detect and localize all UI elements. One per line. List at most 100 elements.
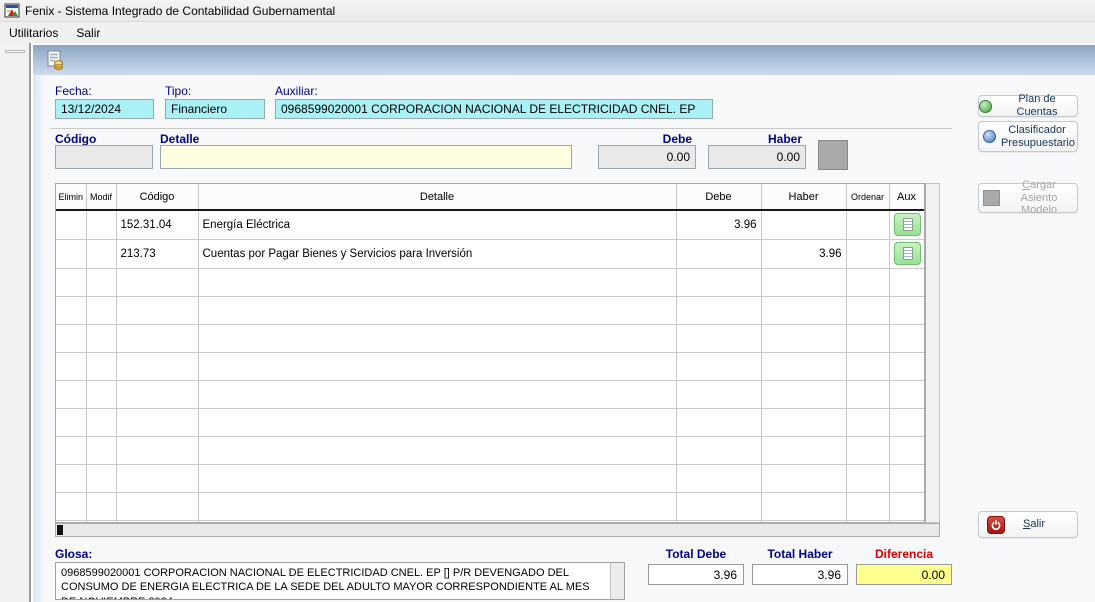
elimin-cell[interactable] bbox=[56, 353, 86, 381]
add-entry-button[interactable] bbox=[818, 140, 848, 170]
codigo-input[interactable] bbox=[55, 145, 153, 169]
detalle-input[interactable] bbox=[160, 145, 572, 169]
ordenar-cell[interactable] bbox=[846, 297, 889, 325]
detalle-cell[interactable] bbox=[198, 353, 676, 381]
haber-cell[interactable] bbox=[761, 269, 846, 297]
ordenar-cell[interactable] bbox=[846, 381, 889, 409]
header-debe[interactable]: Debe bbox=[676, 184, 761, 210]
detalle-cell[interactable] bbox=[198, 297, 676, 325]
table-row[interactable]: 152.31.04Energía Eléctrica3.96 bbox=[56, 210, 924, 240]
codigo-cell[interactable]: 213.73 bbox=[116, 240, 198, 269]
elimin-cell[interactable] bbox=[56, 269, 86, 297]
plan-de-cuentas-button[interactable]: Plan de Cuentas bbox=[978, 95, 1078, 117]
codigo-cell[interactable]: 152.31.04 bbox=[116, 210, 198, 240]
modif-cell[interactable] bbox=[86, 353, 116, 381]
detalle-cell[interactable] bbox=[198, 493, 676, 521]
header-aux[interactable]: Aux bbox=[889, 184, 924, 210]
modif-cell[interactable] bbox=[86, 297, 116, 325]
codigo-cell[interactable] bbox=[116, 325, 198, 353]
ordenar-cell[interactable] bbox=[846, 240, 889, 269]
salir-button[interactable]: Salir bbox=[978, 511, 1078, 538]
header-detalle[interactable]: Detalle bbox=[198, 184, 676, 210]
glosa-textarea[interactable]: 0968599020001 CORPORACION NACIONAL DE EL… bbox=[55, 562, 625, 600]
modif-cell[interactable] bbox=[86, 240, 116, 269]
elimin-cell[interactable] bbox=[56, 465, 86, 493]
debe-cell[interactable] bbox=[676, 465, 761, 493]
tipo-input[interactable]: Financiero bbox=[165, 99, 265, 119]
haber-input[interactable]: 0.00 bbox=[708, 145, 806, 169]
grid-horizontal-scrollbar[interactable] bbox=[55, 523, 940, 537]
detalle-cell[interactable] bbox=[198, 269, 676, 297]
haber-cell[interactable]: 3.96 bbox=[761, 240, 846, 269]
codigo-cell[interactable] bbox=[116, 465, 198, 493]
elimin-cell[interactable] bbox=[56, 210, 86, 240]
header-modif[interactable]: Modif bbox=[86, 184, 116, 210]
modif-cell[interactable] bbox=[86, 493, 116, 521]
codigo-cell[interactable] bbox=[116, 353, 198, 381]
ordenar-cell[interactable] bbox=[846, 437, 889, 465]
splitter-handle[interactable] bbox=[5, 50, 25, 53]
table-row[interactable] bbox=[56, 381, 924, 409]
ordenar-cell[interactable] bbox=[846, 269, 889, 297]
aux-button[interactable] bbox=[894, 242, 921, 265]
modif-cell[interactable] bbox=[86, 465, 116, 493]
codigo-cell[interactable] bbox=[116, 409, 198, 437]
detalle-cell[interactable] bbox=[198, 465, 676, 493]
elimin-cell[interactable] bbox=[56, 240, 86, 269]
elimin-cell[interactable] bbox=[56, 381, 86, 409]
table-row[interactable] bbox=[56, 437, 924, 465]
table-row[interactable] bbox=[56, 493, 924, 521]
debe-cell[interactable] bbox=[676, 240, 761, 269]
ordenar-cell[interactable] bbox=[846, 353, 889, 381]
haber-cell[interactable] bbox=[761, 297, 846, 325]
detalle-cell[interactable] bbox=[198, 437, 676, 465]
haber-cell[interactable] bbox=[761, 465, 846, 493]
menu-utilitarios[interactable]: Utilitarios bbox=[0, 23, 67, 43]
table-row[interactable] bbox=[56, 465, 924, 493]
scrollbar-thumb[interactable] bbox=[57, 525, 63, 535]
fecha-input[interactable]: 13/12/2024 bbox=[55, 99, 154, 119]
table-row[interactable]: 213.73Cuentas por Pagar Bienes y Servici… bbox=[56, 240, 924, 269]
codigo-cell[interactable] bbox=[116, 437, 198, 465]
ordenar-cell[interactable] bbox=[846, 409, 889, 437]
codigo-cell[interactable] bbox=[116, 493, 198, 521]
header-codigo[interactable]: Código bbox=[116, 184, 198, 210]
modif-cell[interactable] bbox=[86, 381, 116, 409]
haber-cell[interactable] bbox=[761, 353, 846, 381]
modif-cell[interactable] bbox=[86, 409, 116, 437]
haber-cell[interactable] bbox=[761, 210, 846, 240]
elimin-cell[interactable] bbox=[56, 325, 86, 353]
codigo-cell[interactable] bbox=[116, 297, 198, 325]
table-row[interactable] bbox=[56, 325, 924, 353]
table-row[interactable] bbox=[56, 297, 924, 325]
ordenar-cell[interactable] bbox=[846, 325, 889, 353]
modif-cell[interactable] bbox=[86, 269, 116, 297]
table-row[interactable] bbox=[56, 409, 924, 437]
elimin-cell[interactable] bbox=[56, 297, 86, 325]
elimin-cell[interactable] bbox=[56, 437, 86, 465]
grid-vertical-scrollbar[interactable] bbox=[925, 183, 940, 523]
menu-salir[interactable]: Salir bbox=[67, 23, 109, 43]
ordenar-cell[interactable] bbox=[846, 465, 889, 493]
debe-cell[interactable] bbox=[676, 381, 761, 409]
detalle-cell[interactable] bbox=[198, 325, 676, 353]
elimin-cell[interactable] bbox=[56, 409, 86, 437]
haber-cell[interactable] bbox=[761, 409, 846, 437]
modif-cell[interactable] bbox=[86, 437, 116, 465]
debe-cell[interactable]: 3.96 bbox=[676, 210, 761, 240]
clasificador-presupuestario-button[interactable]: Clasificador Presupuestario bbox=[978, 121, 1078, 152]
elimin-cell[interactable] bbox=[56, 493, 86, 521]
detalle-cell[interactable] bbox=[198, 409, 676, 437]
debe-cell[interactable] bbox=[676, 409, 761, 437]
debe-cell[interactable] bbox=[676, 437, 761, 465]
ordenar-cell[interactable] bbox=[846, 493, 889, 521]
detalle-cell[interactable] bbox=[198, 381, 676, 409]
detalle-cell[interactable]: Energía Eléctrica bbox=[198, 210, 676, 240]
haber-cell[interactable] bbox=[761, 493, 846, 521]
haber-cell[interactable] bbox=[761, 325, 846, 353]
debe-cell[interactable] bbox=[676, 269, 761, 297]
debe-cell[interactable] bbox=[676, 353, 761, 381]
header-elimin[interactable]: Elimin bbox=[56, 184, 86, 210]
header-haber[interactable]: Haber bbox=[761, 184, 846, 210]
ordenar-cell[interactable] bbox=[846, 210, 889, 240]
